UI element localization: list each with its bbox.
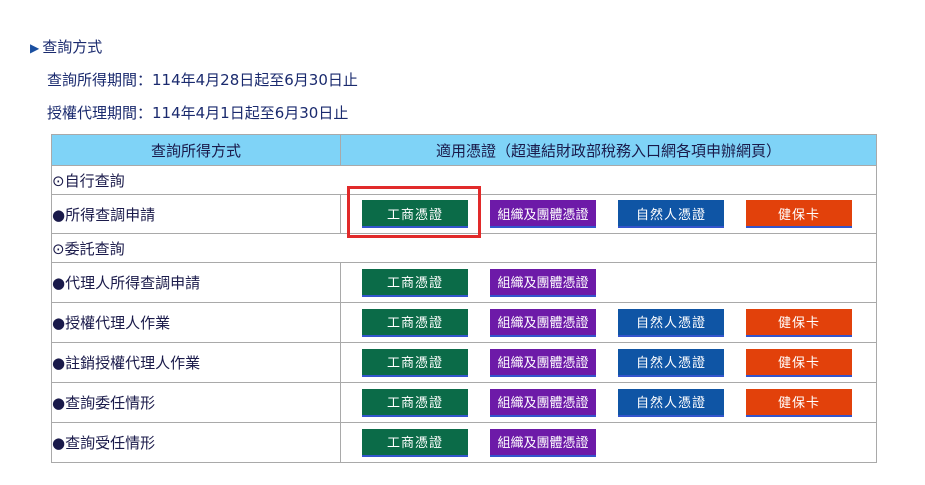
org-cert-button[interactable]: 組織及團體憑證 bbox=[490, 268, 596, 297]
section-delegate-query: ⊙委託查詢 bbox=[51, 233, 877, 263]
org-cert-button[interactable]: 組織及團體憑證 bbox=[490, 308, 596, 337]
section-row-self: ⊙自行查詢 bbox=[51, 165, 877, 195]
business-cert-button[interactable]: 工商憑證 bbox=[362, 200, 468, 228]
table-row: ●查詢委任情形 工商憑證 組織及團體憑證 自然人憑證 健保卡 bbox=[51, 382, 877, 423]
column-header-method: 查詢所得方式 bbox=[51, 134, 341, 166]
section-self-query: ⊙自行查詢 bbox=[51, 165, 877, 195]
section-row-delegate: ⊙委託查詢 bbox=[51, 233, 877, 263]
table-row: ●查詢受任情形 工商憑證 組織及團體憑證 bbox=[51, 422, 877, 463]
row-label-query-delegation: ●查詢委任情形 bbox=[51, 382, 341, 423]
query-period-text: 查詢所得期間：114年4月28日起至6月30日止 bbox=[47, 71, 358, 89]
certificate-cell: 工商憑證 組織及團體憑證 bbox=[340, 422, 877, 463]
certificate-cell: 工商憑證 組織及團體憑證 自然人憑證 健保卡 bbox=[340, 194, 877, 234]
query-method-table: 查詢所得方式 適用憑證（超連結財政部稅務入口網各項申辦網頁） ⊙自行查詢 ●所得… bbox=[51, 134, 877, 463]
query-method-heading: ▶ 查詢方式 bbox=[30, 36, 102, 57]
nhi-card-button[interactable]: 健保卡 bbox=[746, 348, 852, 377]
business-cert-button[interactable]: 工商憑證 bbox=[362, 268, 468, 297]
certificate-cell: 工商憑證 組織及團體憑證 自然人憑證 健保卡 bbox=[340, 302, 877, 343]
nhi-card-button[interactable]: 健保卡 bbox=[746, 388, 852, 417]
nhi-card-button[interactable]: 健保卡 bbox=[746, 200, 852, 228]
org-cert-button[interactable]: 組織及團體憑證 bbox=[490, 388, 596, 417]
row-label-income-query: ●所得查調申請 bbox=[51, 194, 341, 234]
row-label-query-mandate: ●查詢受任情形 bbox=[51, 422, 341, 463]
table-row: ●註銷授權代理人作業 工商憑證 組織及團體憑證 自然人憑證 健保卡 bbox=[51, 342, 877, 383]
certificate-cell: 工商憑證 組織及團體憑證 bbox=[340, 262, 877, 303]
business-cert-button[interactable]: 工商憑證 bbox=[362, 428, 468, 457]
nhi-card-button[interactable]: 健保卡 bbox=[746, 308, 852, 337]
certificate-cell: 工商憑證 組織及團體憑證 自然人憑證 健保卡 bbox=[340, 342, 877, 383]
citizen-cert-button[interactable]: 自然人憑證 bbox=[618, 200, 724, 228]
business-cert-button[interactable]: 工商憑證 bbox=[362, 348, 468, 377]
row-label-authorize-agent: ●授權代理人作業 bbox=[51, 302, 341, 343]
org-cert-button[interactable]: 組織及團體憑證 bbox=[490, 428, 596, 457]
table-row: ●授權代理人作業 工商憑證 組織及團體憑證 自然人憑證 健保卡 bbox=[51, 302, 877, 343]
business-cert-button[interactable]: 工商憑證 bbox=[362, 388, 468, 417]
column-header-certificates: 適用憑證（超連結財政部稅務入口網各項申辦網頁） bbox=[340, 134, 877, 166]
table-row: ●所得查調申請 工商憑證 組織及團體憑證 自然人憑證 健保卡 bbox=[51, 194, 877, 234]
table-row: ●代理人所得查調申請 工商憑證 組織及團體憑證 bbox=[51, 262, 877, 303]
row-label-agent-income-query: ●代理人所得查調申請 bbox=[51, 262, 341, 303]
triangle-right-icon: ▶ bbox=[30, 41, 40, 55]
citizen-cert-button[interactable]: 自然人憑證 bbox=[618, 388, 724, 417]
business-cert-button[interactable]: 工商憑證 bbox=[362, 308, 468, 337]
table-header-row: 查詢所得方式 適用憑證（超連結財政部稅務入口網各項申辦網頁） bbox=[51, 134, 877, 166]
certificate-cell: 工商憑證 組織及團體憑證 自然人憑證 健保卡 bbox=[340, 382, 877, 423]
citizen-cert-button[interactable]: 自然人憑證 bbox=[618, 308, 724, 337]
heading-title: 查詢方式 bbox=[42, 38, 103, 56]
org-cert-button[interactable]: 組織及團體憑證 bbox=[490, 200, 596, 228]
citizen-cert-button[interactable]: 自然人憑證 bbox=[618, 348, 724, 377]
row-label-revoke-agent: ●註銷授權代理人作業 bbox=[51, 342, 341, 383]
agent-period-text: 授權代理期間：114年4月1日起至6月30日止 bbox=[47, 104, 349, 122]
org-cert-button[interactable]: 組織及團體憑證 bbox=[490, 348, 596, 377]
